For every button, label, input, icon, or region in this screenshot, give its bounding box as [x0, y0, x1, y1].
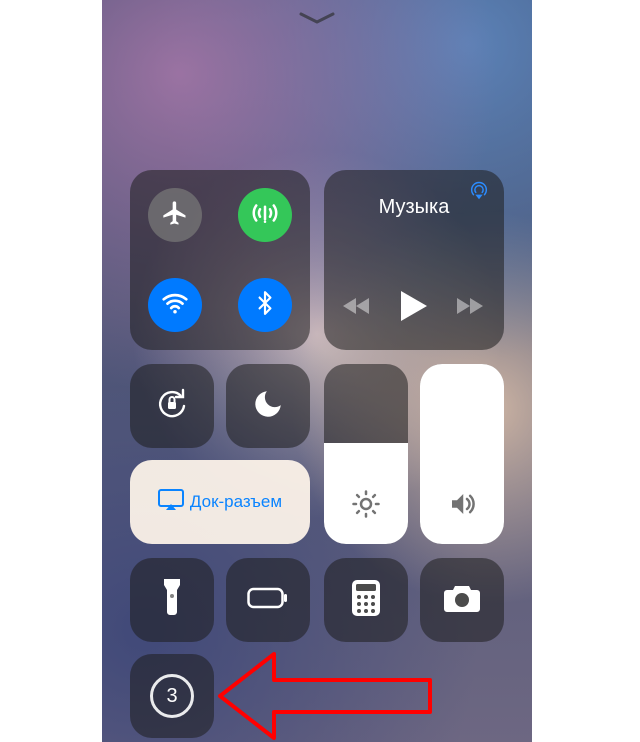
camera-icon	[443, 583, 481, 618]
annotation-arrow	[212, 646, 438, 742]
do-not-disturb-icon	[251, 387, 285, 426]
chevron-down-icon[interactable]	[297, 10, 337, 33]
bluetooth-toggle[interactable]	[238, 278, 292, 332]
flashlight-button[interactable]	[130, 558, 214, 642]
volume-slider[interactable]	[420, 364, 504, 544]
low-power-icon	[247, 586, 289, 615]
wifi-icon	[160, 288, 190, 323]
music-tile[interactable]: Музыка	[324, 170, 504, 350]
bluetooth-icon	[252, 290, 278, 321]
calculator-button[interactable]	[324, 558, 408, 642]
screen-mirroring-label: Док-разъем	[190, 492, 282, 512]
volume-icon	[447, 489, 477, 524]
control-center: Музыка	[102, 0, 532, 742]
screen-mirroring-icon	[158, 489, 184, 516]
do-not-disturb-toggle[interactable]	[226, 364, 310, 448]
rotation-lock-toggle[interactable]	[130, 364, 214, 448]
next-track-icon[interactable]	[457, 295, 485, 322]
brightness-slider[interactable]	[324, 364, 408, 544]
cellular-data-toggle[interactable]	[238, 188, 292, 242]
screen-recording-countdown: 3	[150, 674, 194, 718]
screen-recording-button[interactable]: 3	[130, 654, 214, 738]
airplane-mode-toggle[interactable]	[148, 188, 202, 242]
play-icon[interactable]	[401, 291, 427, 326]
cellular-icon	[250, 198, 280, 233]
rotation-lock-icon	[152, 384, 192, 429]
countdown-value: 3	[166, 685, 177, 708]
brightness-icon	[351, 489, 381, 524]
playback-controls	[324, 291, 504, 326]
connectivity-tile	[130, 170, 310, 350]
camera-button[interactable]	[420, 558, 504, 642]
wifi-toggle[interactable]	[148, 278, 202, 332]
previous-track-icon[interactable]	[343, 295, 371, 322]
flashlight-icon	[162, 579, 182, 622]
airplane-icon	[161, 199, 189, 232]
screenshot-frame: Музыка	[0, 0, 640, 742]
screen-mirroring-button[interactable]: Док-разъем	[130, 460, 310, 544]
low-power-mode-button[interactable]	[226, 558, 310, 642]
music-title: Музыка	[324, 196, 504, 219]
calculator-icon	[352, 580, 380, 621]
